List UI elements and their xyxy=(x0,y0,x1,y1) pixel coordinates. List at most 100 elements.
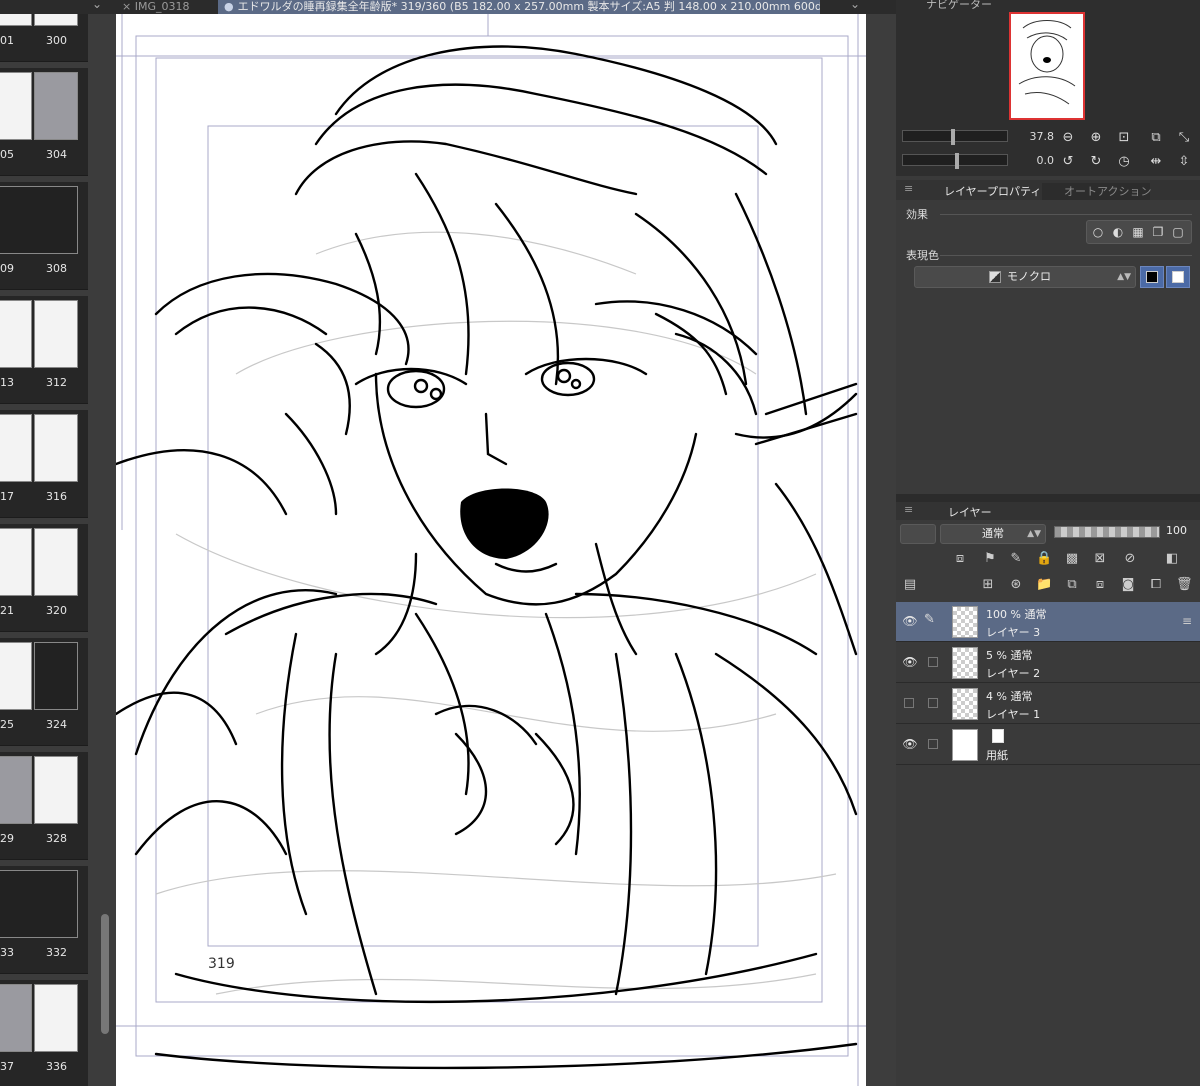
flip-horizontal-icon[interactable]: ⇹ xyxy=(1148,154,1164,170)
edit-target-checkbox[interactable] xyxy=(928,739,938,749)
tab-active-document[interactable]: ● エドワルダの睡再録集全年齢版* 319/360 (B5 182.00 x 25… xyxy=(218,0,820,14)
combine-down-icon[interactable]: ⧈ xyxy=(1092,577,1108,593)
page-thumbnail[interactable] xyxy=(0,72,32,140)
page-thumbnail[interactable] xyxy=(34,756,78,824)
page-thumbnail[interactable] xyxy=(0,756,32,824)
edit-target-checkbox[interactable] xyxy=(928,657,938,667)
watercolor-effect-icon[interactable]: ◐ xyxy=(1111,225,1125,239)
expression-color-select[interactable]: モノクロ ▲▼ xyxy=(914,266,1136,288)
navigator-preview[interactable] xyxy=(1009,12,1085,120)
new-vector-layer-icon[interactable]: ⊛ xyxy=(1008,577,1024,593)
page-row[interactable]: 17 316 xyxy=(0,410,88,518)
page-row[interactable]: 21 320 xyxy=(0,524,88,632)
reset-rotate-icon[interactable]: ◷ xyxy=(1116,154,1132,170)
page-row[interactable]: 09 308 xyxy=(0,182,88,290)
clip-layer-icon[interactable]: ⧈ xyxy=(952,551,968,567)
fit-stop-icon[interactable]: ⊡ xyxy=(1116,130,1132,146)
layer-color-icon[interactable]: ❐ xyxy=(1151,225,1165,239)
create-mask-icon[interactable]: ◙ xyxy=(1120,577,1136,593)
lock-icon[interactable]: 🔒 xyxy=(1036,551,1052,567)
page-thumbnail[interactable] xyxy=(34,300,78,368)
tab-auto-action[interactable]: オートアクション xyxy=(1042,183,1151,200)
actual-size-icon[interactable]: ⧉ xyxy=(1148,130,1164,146)
rotate-left-icon[interactable]: ↺ xyxy=(1060,154,1076,170)
zoom-in-icon[interactable]: ⊕ xyxy=(1088,130,1104,146)
eye-icon[interactable]: 👁 xyxy=(902,614,918,628)
page-thumbnail[interactable] xyxy=(0,642,32,710)
flip-vertical-icon[interactable]: ⇳ xyxy=(1176,154,1192,170)
panel-grip-icon[interactable]: ≡ xyxy=(904,503,913,516)
monochrome-icon xyxy=(989,271,1001,283)
new-folder-icon[interactable]: 📁 xyxy=(1036,577,1052,593)
blend-mode-select[interactable]: 通常 ▲▼ xyxy=(940,524,1046,544)
edit-target-checkbox[interactable] xyxy=(928,698,938,708)
page-thumbnail[interactable] xyxy=(0,300,32,368)
more-effect-icon[interactable]: ▢ xyxy=(1171,225,1185,239)
chevron-down-icon[interactable]: ⌄ xyxy=(92,0,102,11)
mask-ruler-icon[interactable]: ⊘ xyxy=(1122,551,1138,567)
page-thumbnail[interactable] xyxy=(0,528,32,596)
layer-color-select[interactable] xyxy=(900,524,936,544)
page-number-left: 33 xyxy=(0,946,14,959)
page-row[interactable]: 13 312 xyxy=(0,296,88,404)
new-raster-layer-icon[interactable]: ⊞ xyxy=(980,577,996,593)
border-effect-icon[interactable]: ○ xyxy=(1091,225,1105,239)
layer-menu-icon[interactable]: ≡ xyxy=(1182,614,1192,628)
transfer-down-icon[interactable]: ⧉ xyxy=(1064,577,1080,593)
draft-layer-icon[interactable]: ✎ xyxy=(1008,551,1024,567)
page-row[interactable]: 25 324 xyxy=(0,638,88,746)
page-manager-panel: 01 300 05 304 09 308 13 312 17 316 21 32… xyxy=(0,14,116,1086)
layer-panel-title[interactable]: レイヤー xyxy=(926,504,992,520)
page-panel-scrollbar[interactable] xyxy=(101,914,109,1034)
layer-opacity-mode: 5 % 通常 xyxy=(986,649,1033,662)
delete-layer-icon[interactable]: 🗑 xyxy=(1176,577,1193,593)
page-thumbnail-spread[interactable] xyxy=(0,870,78,938)
page-thumbnail[interactable] xyxy=(34,642,78,710)
page-thumbnail[interactable] xyxy=(0,414,32,482)
page-thumbnail[interactable] xyxy=(0,984,32,1052)
page-thumbnail-spread[interactable] xyxy=(0,186,78,254)
visibility-checkbox[interactable] xyxy=(904,698,914,708)
apply-mask-icon[interactable]: ⧠ xyxy=(1148,577,1164,593)
close-icon[interactable]: × xyxy=(122,0,131,13)
panel-grip-icon[interactable]: ≡ xyxy=(904,182,913,195)
layer-row-2[interactable]: 👁 5 % 通常 レイヤー 2 xyxy=(896,643,1200,683)
page-row[interactable]: 05 304 xyxy=(0,68,88,176)
layer-panel-menu-icon[interactable]: ▤ xyxy=(902,577,918,593)
page-thumbnail[interactable] xyxy=(0,14,32,26)
reference-layer-icon[interactable]: ⚑ xyxy=(982,551,998,567)
fit-window-icon[interactable]: ⤡ xyxy=(1176,130,1192,146)
page-row[interactable]: 29 328 xyxy=(0,752,88,860)
eye-icon[interactable]: 👁 xyxy=(902,737,918,751)
layer-row-3[interactable]: 👁 ✎ 100 % 通常 レイヤー 3 ≡ xyxy=(896,602,1200,642)
page-row[interactable]: 33 332 xyxy=(0,866,88,974)
eye-icon[interactable]: 👁 xyxy=(902,655,918,669)
layer-row-1[interactable]: 4 % 通常 レイヤー 1 xyxy=(896,684,1200,724)
page-row[interactable]: 37 336 xyxy=(0,980,88,1086)
opacity-slider[interactable] xyxy=(1054,526,1160,538)
expression-color-label: 表現色 xyxy=(906,249,939,262)
tab-layer-property[interactable]: レイヤープロパティ xyxy=(922,183,1041,200)
page-thumbnail[interactable] xyxy=(34,14,78,26)
rotate-right-icon[interactable]: ↻ xyxy=(1088,154,1104,170)
tab-img-0318[interactable]: × IMG_0318 xyxy=(116,0,216,14)
zoom-out-icon[interactable]: ⊖ xyxy=(1060,130,1076,146)
navigator-thumbnail-art xyxy=(1018,20,1076,105)
page-row[interactable]: 01 300 xyxy=(0,14,88,62)
zoom-slider[interactable] xyxy=(902,129,1008,145)
paper-icon xyxy=(992,729,1004,743)
chevron-down-icon[interactable]: ⌄ xyxy=(850,0,860,11)
white-draw-color-toggle[interactable] xyxy=(1166,266,1190,288)
page-thumbnail[interactable] xyxy=(34,72,78,140)
layer-color-swatch-icon[interactable]: ◧ xyxy=(1164,551,1180,567)
page-thumbnail[interactable] xyxy=(34,984,78,1052)
lock-transparent-icon[interactable]: ▩ xyxy=(1064,551,1080,567)
page-thumbnail[interactable] xyxy=(34,528,78,596)
layer-row-paper[interactable]: 👁 用紙 xyxy=(896,725,1200,765)
rotate-slider[interactable] xyxy=(902,153,1008,169)
mask-enable-icon[interactable]: ⊠ xyxy=(1092,551,1108,567)
black-draw-color-toggle[interactable] xyxy=(1140,266,1164,288)
tone-effect-icon[interactable]: ▦ xyxy=(1131,225,1145,239)
page-thumbnail[interactable] xyxy=(34,414,78,482)
drawing-canvas[interactable]: 319 xyxy=(116,14,866,1086)
